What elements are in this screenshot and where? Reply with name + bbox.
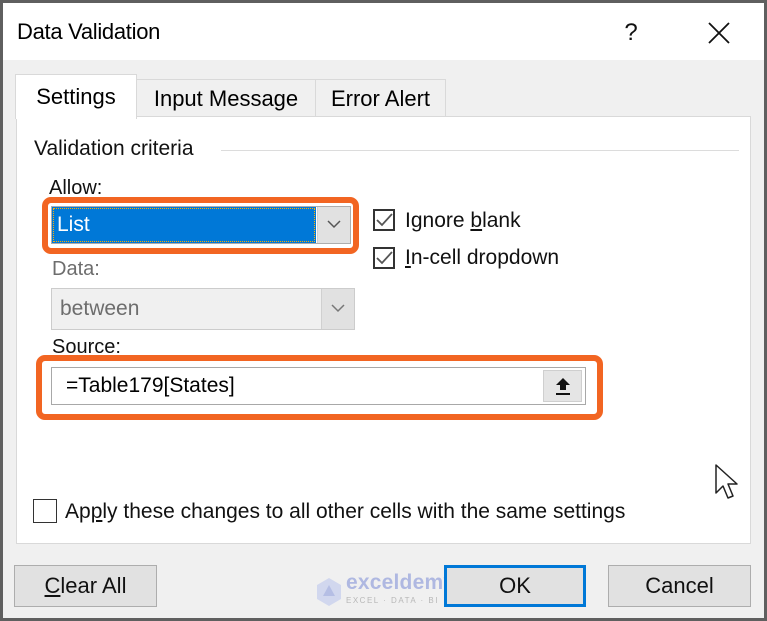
chevron-down-icon — [331, 304, 345, 313]
dialog-title: Data Validation — [17, 19, 161, 44]
label-part: ly these changes to all other cells with… — [102, 500, 626, 523]
ignore-blank-label[interactable]: Ignore blank — [405, 209, 521, 233]
access-key: p — [90, 500, 103, 523]
clear-all-button[interactable]: Clear All — [14, 565, 157, 607]
exceldemy-logo-icon — [317, 578, 341, 606]
allow-value: List — [52, 207, 316, 243]
access-key: C — [44, 573, 61, 598]
cancel-button[interactable]: Cancel — [608, 565, 751, 607]
source-input[interactable]: =Table179[States] — [51, 367, 586, 405]
ignore-blank-checkbox[interactable] — [373, 209, 395, 231]
data-dropdown: between — [51, 288, 355, 330]
apply-all-checkbox[interactable] — [33, 499, 57, 523]
data-validation-dialog: Data Validation ? Settings Input Message… — [3, 3, 764, 618]
allow-dropdown[interactable]: List — [51, 206, 351, 244]
help-button[interactable]: ? — [611, 13, 651, 53]
label-part: Ap — [65, 500, 91, 523]
close-button[interactable] — [697, 13, 741, 53]
upload-arrow-icon — [556, 378, 570, 395]
ok-button[interactable]: OK — [444, 565, 586, 607]
close-icon — [708, 22, 730, 44]
watermark-brand: exceldemy — [346, 571, 456, 594]
validation-criteria-label: Validation criteria — [34, 137, 194, 160]
checkmark-icon — [376, 213, 393, 227]
tab-input-message[interactable]: Input Message — [136, 79, 316, 117]
data-dropdown-button — [321, 289, 354, 329]
data-value: between — [52, 289, 320, 329]
allow-dropdown-button[interactable] — [317, 207, 350, 243]
chevron-down-icon — [327, 220, 341, 229]
settings-panel: Validation criteria — [16, 116, 751, 544]
label-part: Ignore — [405, 209, 471, 232]
title-bar: Data Validation ? — [3, 3, 764, 60]
watermark-tagline: EXCEL · DATA · BI — [346, 596, 439, 605]
apply-all-label[interactable]: Apply these changes to all other cells w… — [65, 500, 625, 524]
access-key: b — [470, 209, 483, 232]
checkmark-icon — [376, 251, 393, 265]
in-cell-dropdown-label[interactable]: In-cell dropdown — [405, 246, 559, 270]
button-label: lear All — [60, 573, 127, 598]
label-part: lank — [482, 209, 521, 232]
collapse-dialog-button[interactable] — [543, 370, 582, 402]
tab-error-alert[interactable]: Error Alert — [315, 79, 446, 117]
exceldemy-watermark: exceldemy EXCEL · DATA · BI — [314, 571, 456, 609]
in-cell-dropdown-checkbox[interactable] — [373, 247, 395, 269]
label-part: n-cell dropdown — [410, 246, 560, 269]
mouse-cursor-icon — [715, 464, 738, 499]
tab-settings[interactable]: Settings — [15, 74, 137, 119]
data-label: Data: — [52, 258, 100, 280]
group-divider — [221, 150, 739, 151]
